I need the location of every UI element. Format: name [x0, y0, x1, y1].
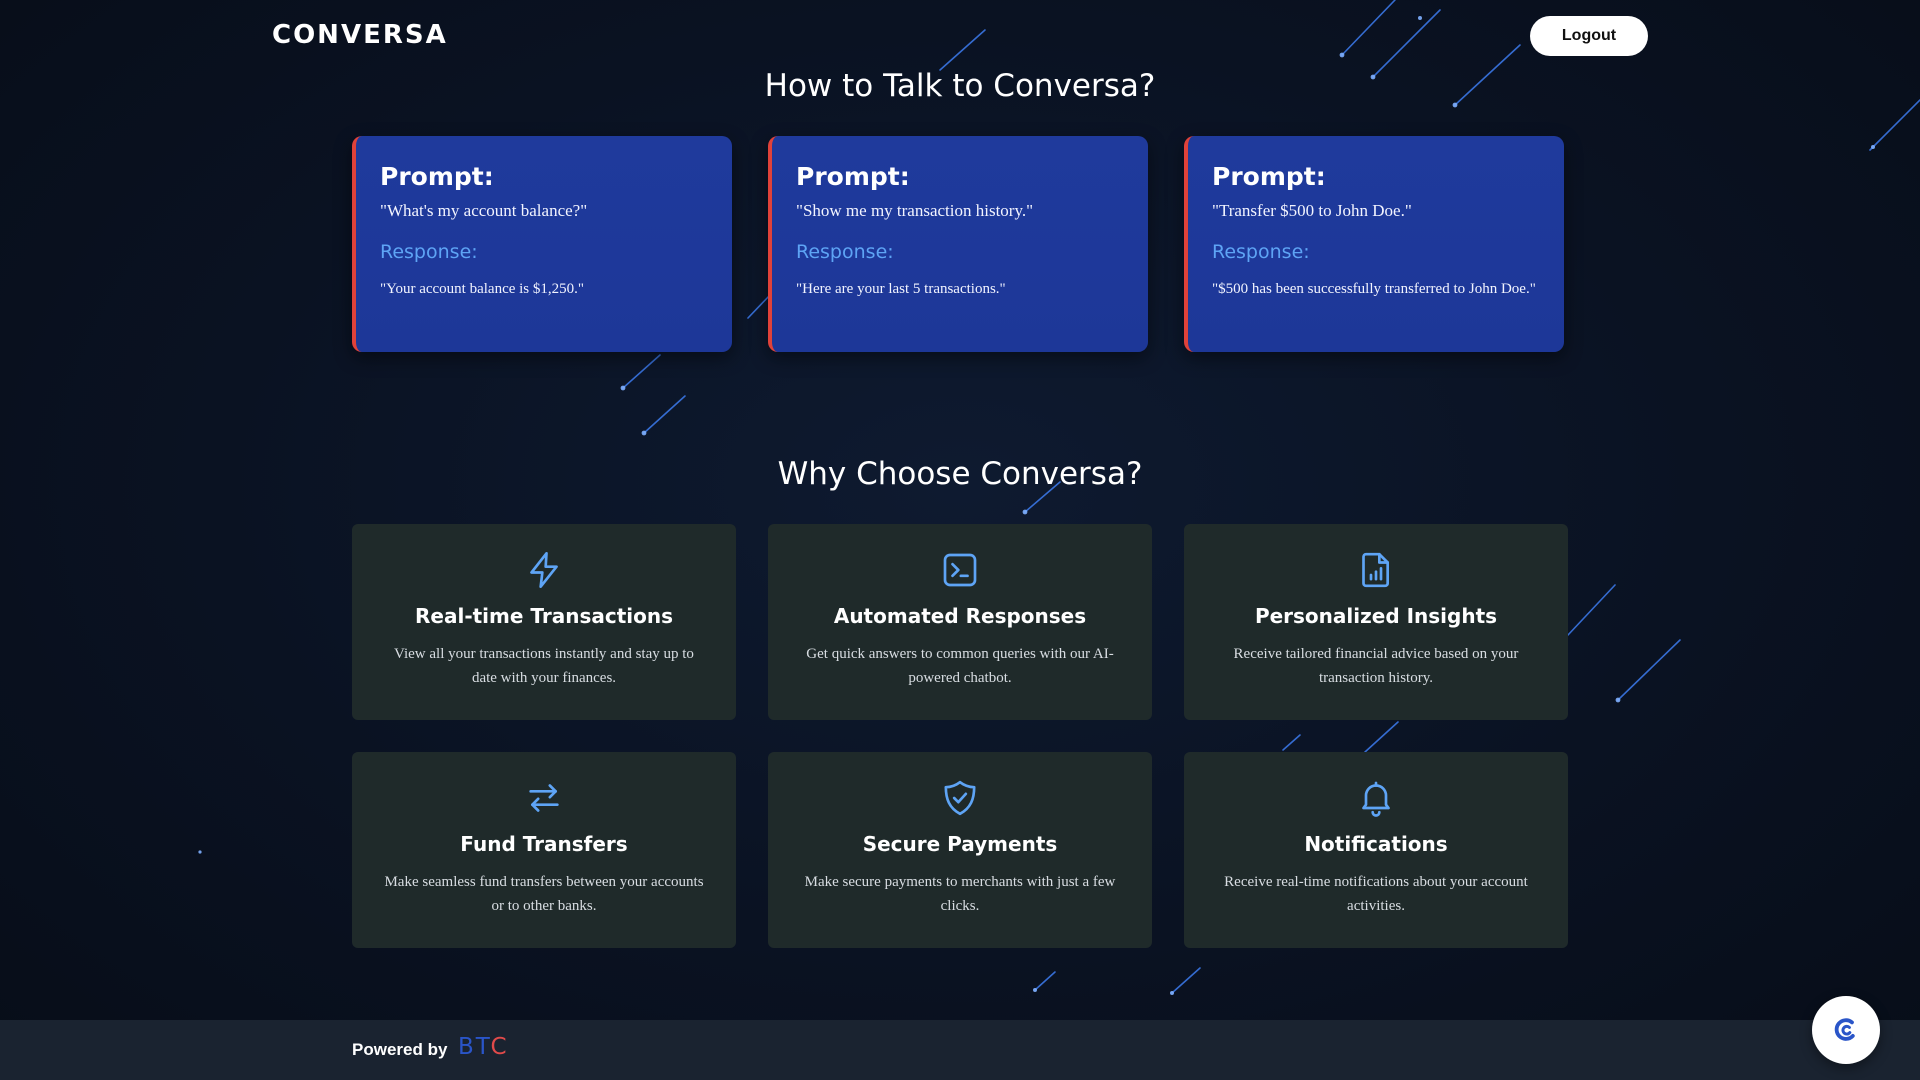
feature-card: Secure Payments Make secure payments to …	[768, 752, 1152, 948]
feature-description: Receive real-time notifications about yo…	[1224, 874, 1528, 914]
prompt-label: Prompt:	[796, 162, 910, 191]
feature-description: Get quick answers to common queries with…	[806, 646, 1114, 686]
why-section-title: Why Choose Conversa?	[777, 456, 1143, 492]
feature-title: Personalized Insights	[1254, 604, 1498, 628]
response-text: "Your account balance is $1,250."	[380, 281, 585, 297]
chat-logo-icon	[1834, 1018, 1855, 1041]
powered-by-label: Powered by	[352, 1040, 448, 1059]
response-label: Response:	[1212, 241, 1310, 263]
top-header: CONVERSA Logout	[0, 0, 1920, 70]
feature-title: Automated Responses	[833, 604, 1087, 628]
btc-logo[interactable]: BTC	[458, 1034, 509, 1060]
feature-description: View all your transactions instantly and…	[394, 646, 694, 686]
document-chart-icon	[1362, 552, 1389, 588]
chat-launcher-button[interactable]	[1812, 996, 1880, 1064]
btc-logo-text: BT	[458, 1034, 491, 1060]
feature-card: Personalized Insights Receive tailored f…	[1184, 524, 1568, 720]
prompt-card: Prompt: "What's my account balance?" Res…	[352, 136, 732, 352]
prompt-card: Prompt: "Show me my transaction history.…	[768, 136, 1148, 352]
feature-title: Secure Payments	[862, 832, 1058, 856]
feature-title: Fund Transfers	[460, 832, 628, 856]
prompt-label: Prompt:	[1212, 162, 1326, 191]
feature-title: Notifications	[1304, 832, 1448, 856]
talk-section-title: How to Talk to Conversa?	[764, 68, 1156, 104]
arrows-swap-icon	[529, 784, 559, 812]
prompt-text: "What's my account balance?"	[380, 201, 588, 220]
bell-icon	[1362, 781, 1390, 817]
feature-description: Make seamless fund transfers between you…	[384, 874, 704, 914]
btc-logo-c: C	[490, 1034, 509, 1060]
feature-description: Receive tailored financial advice based …	[1233, 646, 1519, 686]
brand-logo[interactable]: CONVERSA	[272, 20, 448, 50]
shield-check-icon	[944, 780, 976, 816]
logout-button[interactable]: Logout	[1530, 16, 1648, 56]
prompt-card: Prompt: "Transfer $500 to John Doe." Res…	[1184, 136, 1564, 352]
response-text: "Here are your last 5 transactions."	[796, 281, 1006, 297]
lightning-icon	[530, 552, 558, 588]
terminal-icon	[943, 553, 977, 587]
feature-title: Real-time Transactions	[415, 604, 673, 628]
feature-card: Notifications Receive real-time notifica…	[1184, 752, 1568, 948]
response-label: Response:	[796, 241, 894, 263]
response-label: Response:	[380, 241, 478, 263]
prompt-label: Prompt:	[380, 162, 494, 191]
feature-card: Real-time Transactions View all your tra…	[352, 524, 736, 720]
footer: Powered by BTC	[0, 1020, 1920, 1080]
feature-card: Fund Transfers Make seamless fund transf…	[352, 752, 736, 948]
feature-card: Automated Responses Get quick answers to…	[768, 524, 1152, 720]
feature-description: Make secure payments to merchants with j…	[804, 874, 1116, 914]
prompt-text: "Transfer $500 to John Doe."	[1212, 201, 1412, 220]
response-text: "$500 has been successfully transferred …	[1212, 281, 1536, 297]
prompt-text: "Show me my transaction history."	[796, 201, 1034, 220]
